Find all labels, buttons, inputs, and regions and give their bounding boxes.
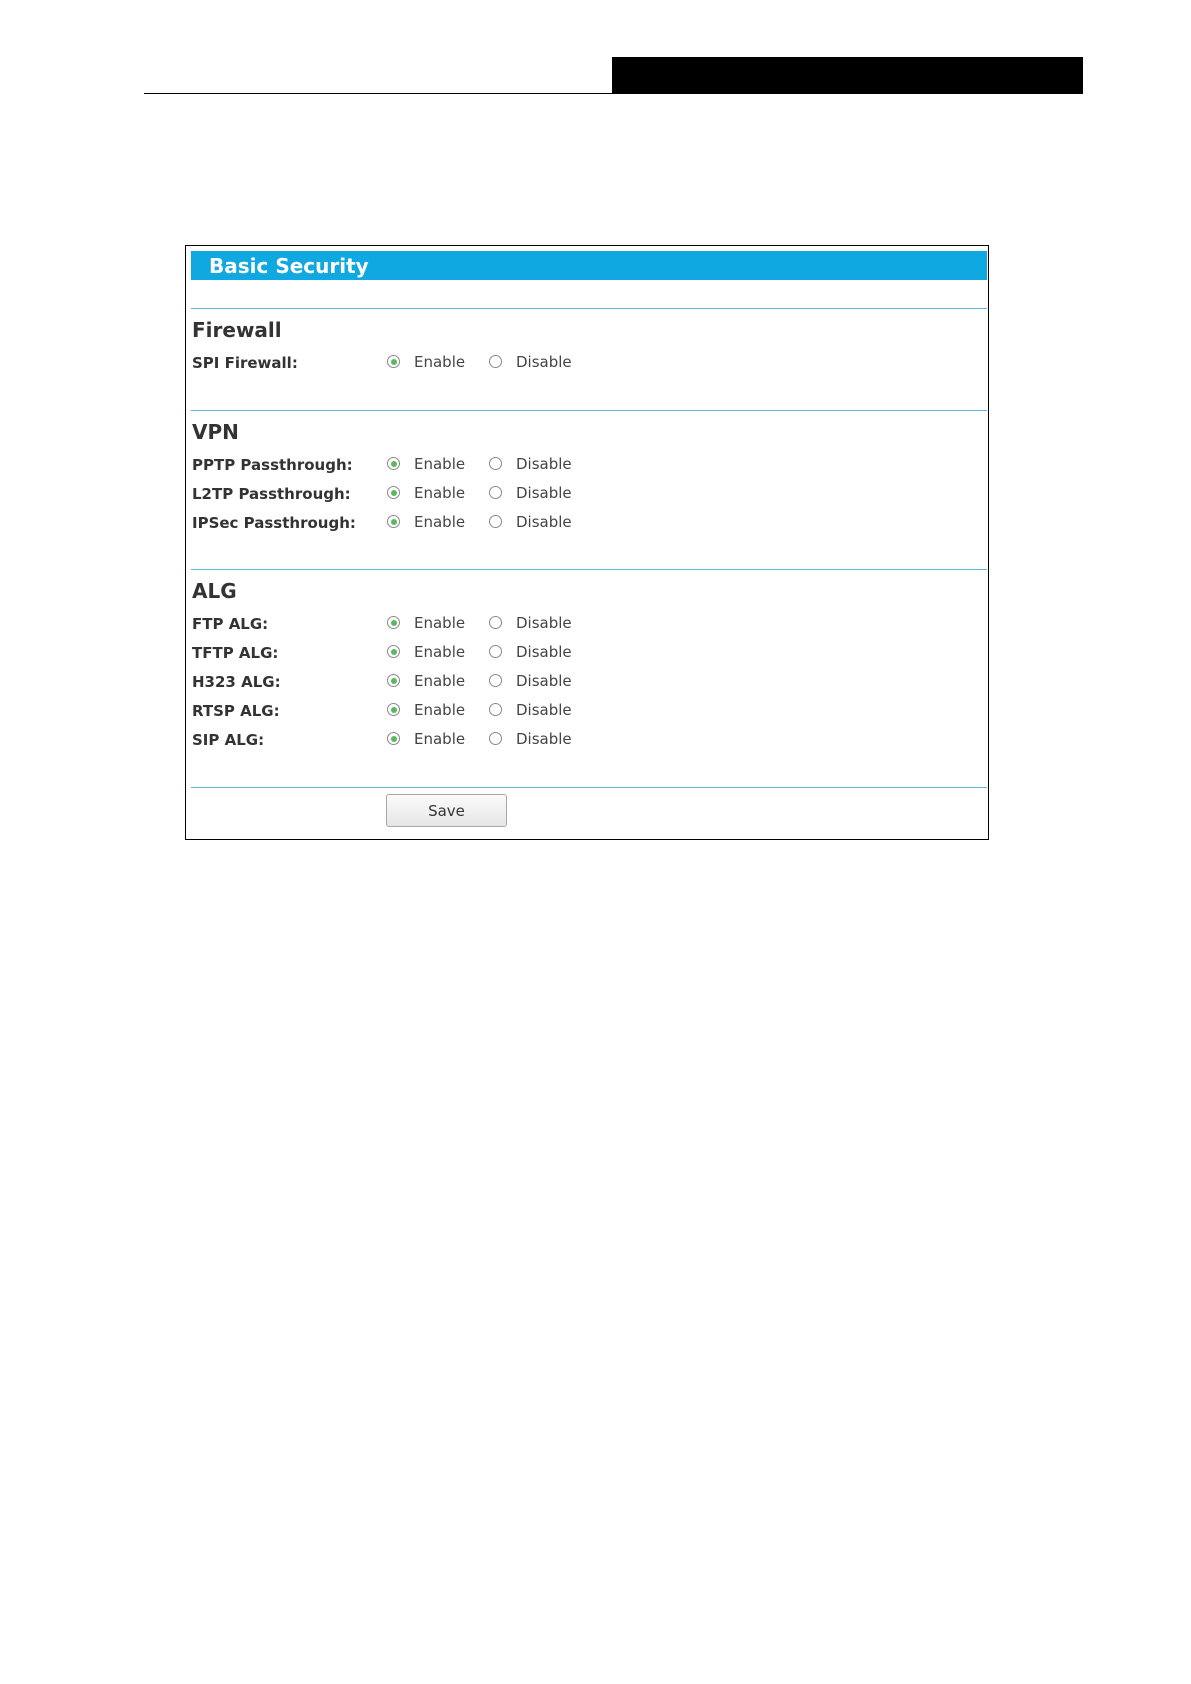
section-divider <box>191 787 987 788</box>
setting-row-sip-alg: SIP ALG: Enable Disable <box>192 729 982 751</box>
radio-label-disable: Disable <box>516 614 572 632</box>
radio-label-enable: Enable <box>414 672 466 690</box>
setting-row-ftp-alg: FTP ALG: Enable Disable <box>192 613 982 635</box>
radio-label-disable: Disable <box>516 455 572 473</box>
radio-checked-icon[interactable] <box>387 703 400 716</box>
radio-unchecked-icon[interactable] <box>489 732 502 745</box>
radio-label-disable: Disable <box>516 730 572 748</box>
setting-row-spi-firewall: SPI Firewall: Enable Disable <box>192 352 982 374</box>
radio-checked-icon[interactable] <box>387 674 400 687</box>
panel-title-bar: Basic Security <box>191 251 987 280</box>
radio-label-enable: Enable <box>414 643 466 661</box>
radio-label-disable: Disable <box>516 353 572 371</box>
radio-checked-icon[interactable] <box>387 732 400 745</box>
save-button[interactable]: Save <box>386 794 507 827</box>
setting-row-tftp-alg: TFTP ALG: Enable Disable <box>192 642 982 664</box>
setting-label: PPTP Passthrough: <box>192 456 353 474</box>
setting-row-ipsec-passthrough: IPSec Passthrough: Enable Disable <box>192 512 982 534</box>
radio-label-enable: Enable <box>414 484 466 502</box>
radio-label-enable: Enable <box>414 614 466 632</box>
radio-unchecked-icon[interactable] <box>489 616 502 629</box>
setting-label: IPSec Passthrough: <box>192 514 356 532</box>
section-title-vpn: VPN <box>192 420 239 444</box>
radio-label-disable: Disable <box>516 643 572 661</box>
setting-label: SPI Firewall: <box>192 354 298 372</box>
radio-label-disable: Disable <box>516 513 572 531</box>
radio-unchecked-icon[interactable] <box>489 674 502 687</box>
setting-label: RTSP ALG: <box>192 702 280 720</box>
setting-label: SIP ALG: <box>192 731 265 749</box>
radio-checked-icon[interactable] <box>387 515 400 528</box>
radio-label-disable: Disable <box>516 701 572 719</box>
radio-label-enable: Enable <box>414 353 466 371</box>
radio-label-enable: Enable <box>414 513 466 531</box>
radio-checked-icon[interactable] <box>387 355 400 368</box>
section-divider <box>191 569 987 570</box>
document-header-bar <box>612 57 1083 94</box>
setting-row-h323-alg: H323 ALG: Enable Disable <box>192 671 982 693</box>
radio-label-enable: Enable <box>414 701 466 719</box>
basic-security-panel: Basic Security Firewall SPI Firewall: En… <box>185 245 989 840</box>
panel-title: Basic Security <box>209 254 369 278</box>
radio-label-disable: Disable <box>516 672 572 690</box>
setting-label: FTP ALG: <box>192 615 269 633</box>
radio-unchecked-icon[interactable] <box>489 703 502 716</box>
radio-unchecked-icon[interactable] <box>489 457 502 470</box>
radio-checked-icon[interactable] <box>387 616 400 629</box>
setting-row-rtsp-alg: RTSP ALG: Enable Disable <box>192 700 982 722</box>
radio-unchecked-icon[interactable] <box>489 486 502 499</box>
setting-row-l2tp-passthrough: L2TP Passthrough: Enable Disable <box>192 483 982 505</box>
radio-unchecked-icon[interactable] <box>489 355 502 368</box>
section-divider <box>191 410 987 411</box>
radio-label-enable: Enable <box>414 730 466 748</box>
radio-label-enable: Enable <box>414 455 466 473</box>
section-title-alg: ALG <box>192 579 237 603</box>
setting-label: H323 ALG: <box>192 673 281 691</box>
document-header-rule <box>144 93 1083 94</box>
radio-checked-icon[interactable] <box>387 486 400 499</box>
section-divider <box>191 308 987 309</box>
setting-label: TFTP ALG: <box>192 644 279 662</box>
setting-label: L2TP Passthrough: <box>192 485 351 503</box>
setting-row-pptp-passthrough: PPTP Passthrough: Enable Disable <box>192 454 982 476</box>
radio-checked-icon[interactable] <box>387 457 400 470</box>
radio-label-disable: Disable <box>516 484 572 502</box>
radio-checked-icon[interactable] <box>387 645 400 658</box>
section-title-firewall: Firewall <box>192 318 282 342</box>
radio-unchecked-icon[interactable] <box>489 645 502 658</box>
radio-unchecked-icon[interactable] <box>489 515 502 528</box>
